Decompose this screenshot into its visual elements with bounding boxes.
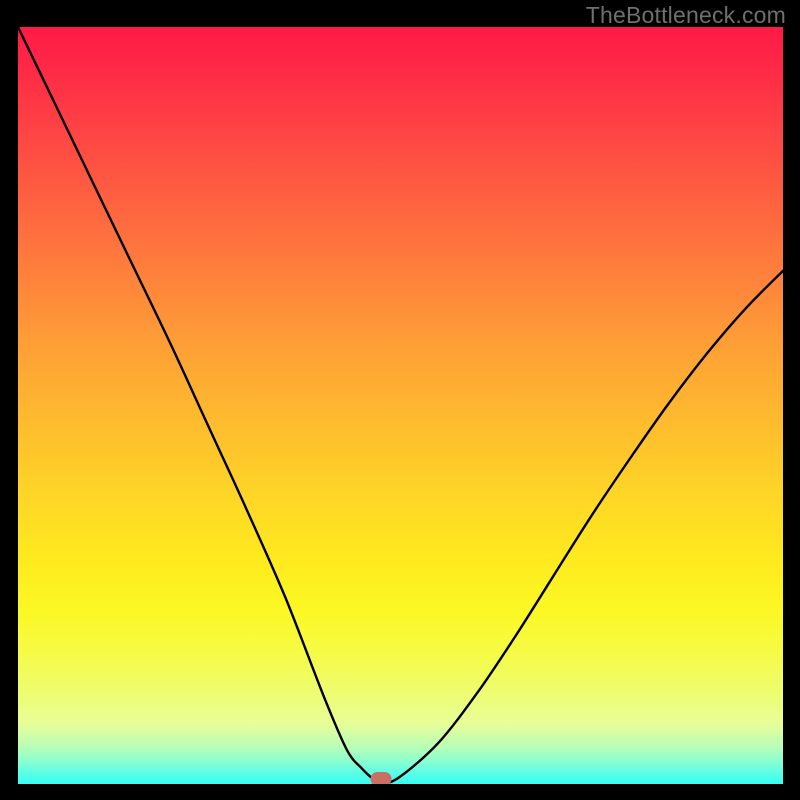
watermark-label: TheBottleneck.com	[586, 2, 786, 29]
bottleneck-marker	[371, 772, 392, 784]
plot-area	[18, 27, 783, 784]
bottleneck-curve	[18, 27, 783, 784]
chart-frame: TheBottleneck.com	[0, 0, 800, 800]
